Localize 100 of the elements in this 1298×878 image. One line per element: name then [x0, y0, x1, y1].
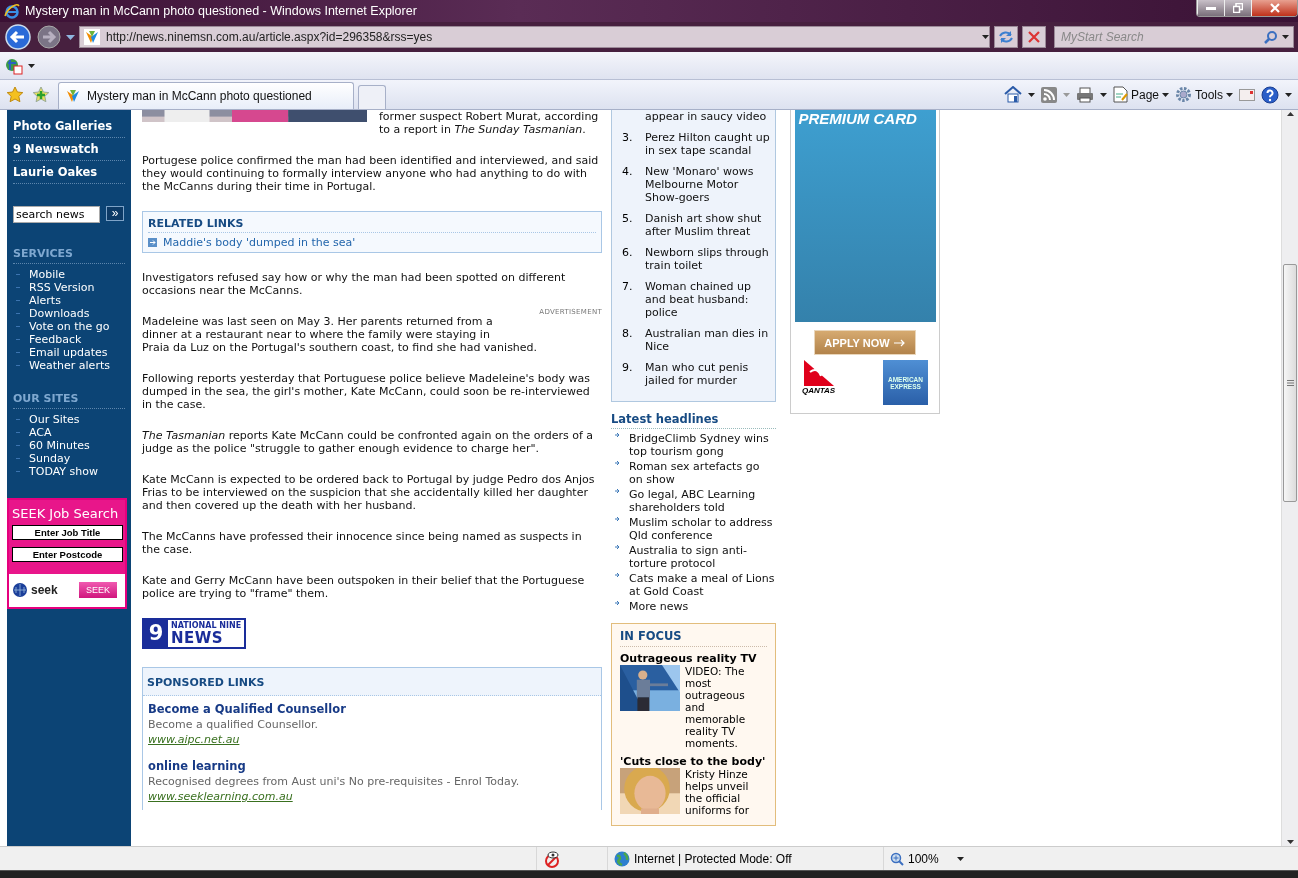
nav-link[interactable]: Downloads [29, 307, 90, 320]
ad-url-link[interactable]: www.aipc.net.au [148, 732, 596, 747]
headline-link[interactable]: Australian man dies in Nice [645, 327, 771, 353]
nav-link[interactable]: Sunday [29, 452, 71, 465]
headline-link[interactable]: Man who cut penis jailed for murder [645, 361, 771, 387]
arrow-icon [893, 338, 906, 347]
dropdown-icon[interactable] [1282, 35, 1289, 39]
related-link[interactable]: Maddie's body 'dumped in the sea' [148, 236, 596, 249]
stop-button[interactable] [1022, 26, 1046, 48]
list-number: 6. [622, 246, 634, 261]
help-icon[interactable] [1261, 85, 1279, 104]
ad-link[interactable]: online learning [148, 759, 596, 774]
story-link[interactable]: Outrageous reality TV [620, 652, 767, 665]
headline-link[interactable]: Danish art show shut after Muslim threat [645, 212, 771, 238]
headline-link[interactable]: Roman sex artefacts go on show [629, 460, 776, 486]
nav-link[interactable]: TODAY show [29, 465, 98, 478]
dropdown-icon[interactable] [28, 63, 35, 68]
toolbar-addon-icon[interactable] [4, 56, 24, 75]
browser-tab[interactable]: Mystery man in McCann photo questioned [58, 82, 354, 109]
page-menu[interactable]: Page [1112, 86, 1169, 103]
nav-link[interactable]: ACA [29, 426, 52, 439]
card-advert-banner: PREMIUM CARD [794, 110, 936, 322]
seek-button[interactable]: SEEK [79, 582, 117, 598]
box-heading: IN FOCUS [620, 627, 767, 647]
ad-link[interactable]: Become a Qualified Counsellor [148, 702, 596, 717]
section-heading: SERVICES [13, 247, 125, 264]
nav-link[interactable]: Alerts [29, 294, 61, 307]
restore-icon [1233, 3, 1243, 13]
refresh-button[interactable] [994, 26, 1018, 48]
forward-button[interactable] [36, 24, 62, 50]
dropdown-icon[interactable] [1027, 92, 1035, 97]
ad-description: Recognised degrees from Aust uni's No pre-requisites - Enrol Today. [148, 774, 521, 789]
home-icon[interactable] [1003, 86, 1022, 103]
favorites-star-icon[interactable] [6, 86, 24, 103]
headline-link[interactable]: Perez Hilton caught up in sex tape scandal [645, 131, 771, 157]
nav-link[interactable]: Weather alerts [29, 359, 110, 372]
headline-link[interactable]: appear in saucy video [645, 110, 767, 123]
scroll-down-icon[interactable] [1286, 840, 1294, 844]
address-field[interactable]: http://news.ninemsn.com.au/article.aspx?id=296358&rss=yes [79, 26, 990, 48]
nav-link[interactable]: Feedback [29, 333, 82, 346]
scroll-up-icon[interactable] [1286, 112, 1294, 116]
ad-description: Become a qualified Counsellor. [148, 717, 319, 732]
nav-link[interactable]: Mobile [29, 268, 66, 281]
search-field[interactable]: MyStart Search [1059, 29, 1260, 45]
nav-link[interactable]: Our Sites [29, 413, 80, 426]
headline-link[interactable]: BridgeClimb Sydney wins top tourism gong [629, 432, 776, 458]
list-number: 8. [622, 327, 634, 342]
search-field[interactable]: search news [13, 206, 100, 223]
settings-icon [1175, 86, 1192, 103]
box-heading: RELATED LINKS [148, 217, 596, 233]
search-button[interactable]: » [106, 206, 124, 221]
headline-link[interactable]: Muslim scholar to address Qld conference [629, 516, 776, 542]
article-paragraph: former suspect Robert Murat, according to a report in The Sunday Tasmanian. [379, 110, 600, 136]
window-title: Mystery man in McCann photo questioned - Windows Internet Explorer [25, 4, 418, 18]
tools-menu[interactable]: Tools [1175, 86, 1233, 103]
headline-link[interactable]: New 'Monaro' wows Melbourne Motor Show-goers [645, 165, 771, 204]
arrow-icon [615, 432, 620, 438]
input-field[interactable]: Enter Postcode [12, 547, 123, 562]
story-link[interactable]: 'Cuts close to the body' [620, 755, 767, 768]
feed-icon[interactable] [1040, 86, 1057, 103]
dropdown-icon[interactable] [1099, 92, 1107, 97]
search-bar[interactable]: MyStart Search [1054, 26, 1294, 48]
dropdown-icon[interactable] [982, 35, 989, 39]
article-paragraph: Following reports yesterday that Portuguese police believe Madeleine's body was dumped in the sea, the girl's mother, Kate McCann, could soon be re-interviewed in the case. [142, 372, 591, 411]
nav-link[interactable]: RSS Version [29, 281, 95, 294]
nav-link[interactable]: Photo Galleries [13, 116, 125, 138]
scrollbar[interactable] [1281, 110, 1298, 846]
nav-link[interactable]: 60 Minutes [29, 439, 90, 452]
nav-link[interactable]: Vote on the go [29, 320, 110, 333]
nav-link[interactable]: Email updates [29, 346, 108, 359]
nav-link[interactable]: Laurie Oakes [13, 162, 125, 184]
arrow-icon [615, 516, 620, 522]
nav-link[interactable]: 9 Newswatch [13, 139, 125, 161]
back-button[interactable] [4, 23, 32, 51]
mail-icon[interactable] [1239, 88, 1255, 101]
privacy-icon[interactable] [543, 849, 561, 868]
dropdown-icon[interactable] [66, 34, 75, 40]
ad-url-link[interactable]: www.seeklearning.com.au [148, 789, 596, 804]
headline-link[interactable]: Woman chained up and beat husband: police [645, 280, 771, 319]
input-field[interactable]: Enter Job Title [12, 525, 123, 540]
headline-link[interactable]: More news [629, 600, 689, 613]
print-icon[interactable] [1075, 86, 1094, 103]
dropdown-icon[interactable] [1162, 92, 1169, 97]
close-button[interactable] [1251, 0, 1297, 16]
add-favorites-icon[interactable] [32, 86, 50, 103]
dropdown-icon[interactable] [1226, 92, 1233, 97]
restore-button[interactable] [1224, 0, 1251, 16]
arrow-icon [615, 572, 620, 578]
url-text: http://news.ninemsn.com.au/article.aspx?id=296358&rss=yes [106, 30, 434, 44]
arrow-icon [615, 488, 620, 494]
headline-link[interactable]: Australia to sign anti-torture protocol [629, 544, 776, 570]
list-number: 7. [622, 280, 634, 295]
minimize-button[interactable] [1197, 0, 1224, 16]
dropdown-icon[interactable] [956, 856, 964, 861]
headline-link[interactable]: Newborn slips through train toilet [645, 246, 771, 272]
scroll-thumb[interactable] [1283, 264, 1297, 502]
headline-link[interactable]: Go legal, ABC Learning shareholders told [629, 488, 776, 514]
arrow-icon [615, 460, 620, 466]
dropdown-icon[interactable] [1285, 92, 1292, 97]
headline-link[interactable]: Cats make a meal of Lions at Gold Coast [629, 572, 776, 598]
